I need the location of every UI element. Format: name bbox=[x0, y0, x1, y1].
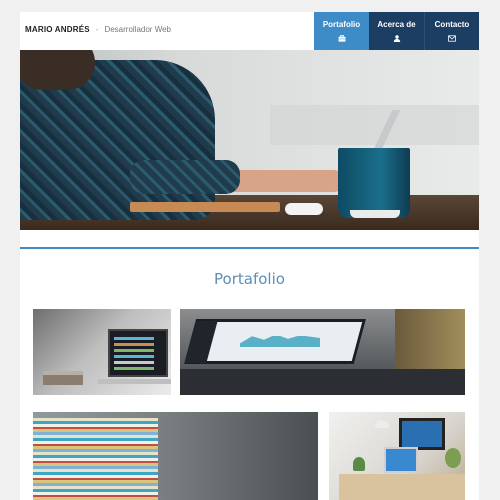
portfolio-item-workspace[interactable] bbox=[329, 412, 465, 500]
portfolio-item-book-stack[interactable] bbox=[33, 412, 318, 500]
envelope-icon bbox=[448, 35, 456, 42]
brand-separator: - bbox=[95, 25, 99, 34]
portfolio-item-analytics-dashboard[interactable] bbox=[180, 309, 465, 395]
nav-item-label: Contacto bbox=[434, 20, 470, 29]
portfolio-item-coding-laptop[interactable] bbox=[33, 309, 171, 395]
brand[interactable]: MARIO ANDRÉS - Desarrollador Web bbox=[25, 25, 171, 34]
nav-item-label: Portafolio bbox=[322, 20, 361, 29]
section-divider bbox=[20, 247, 479, 249]
page: MARIO ANDRÉS - Desarrollador Web Portafo… bbox=[20, 12, 479, 500]
nav-item-acerca-de[interactable]: Acerca de bbox=[369, 12, 424, 50]
nav-item-portafolio[interactable]: Portafolio bbox=[314, 12, 369, 50]
brand-name: MARIO ANDRÉS bbox=[25, 25, 90, 34]
hero-image bbox=[20, 50, 479, 230]
user-icon bbox=[393, 35, 400, 42]
brand-role: Desarrollador Web bbox=[104, 25, 171, 34]
nav-item-label: Acerca de bbox=[377, 20, 416, 29]
briefcase-icon bbox=[338, 35, 345, 42]
main-nav: Portafolio Acerca de Contacto bbox=[314, 12, 479, 50]
nav-item-contacto[interactable]: Contacto bbox=[424, 12, 479, 50]
portfolio-title: Portafolio bbox=[214, 270, 285, 288]
site-header: MARIO ANDRÉS - Desarrollador Web Portafo… bbox=[20, 12, 479, 50]
